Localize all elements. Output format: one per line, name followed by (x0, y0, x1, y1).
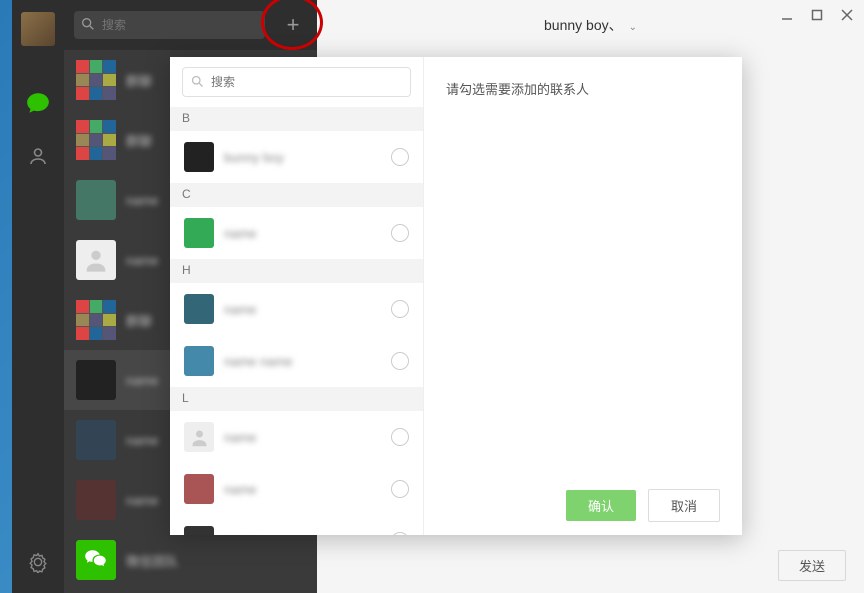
search-icon (80, 16, 96, 37)
letter-header: H (170, 259, 423, 283)
contact-item[interactable]: name (170, 411, 423, 463)
search-bar: + (64, 0, 317, 50)
letter-header: C (170, 183, 423, 207)
search-input[interactable] (74, 11, 265, 39)
chat-title[interactable]: bunny boy、⌄ (544, 15, 637, 35)
modal-selection-panel: 请勾选需要添加的联系人 确认 取消 (424, 57, 742, 535)
sidebar-nav (12, 0, 64, 593)
contact-name: bunny boy (224, 150, 381, 165)
contact-item[interactable]: name (170, 283, 423, 335)
chat-item-name: 群聊 (126, 71, 152, 90)
chat-list-item[interactable]: 微信团队 (64, 530, 317, 590)
contact-radio[interactable] (391, 300, 409, 318)
contacts-icon[interactable] (25, 144, 51, 170)
contact-item[interactable]: name (170, 515, 423, 535)
contact-radio[interactable] (391, 148, 409, 166)
search-icon (190, 74, 205, 94)
minimize-button[interactable] (780, 8, 794, 22)
close-button[interactable] (840, 8, 854, 22)
window-controls (780, 8, 854, 22)
user-avatar[interactable] (21, 12, 55, 46)
contact-name: name name (224, 354, 381, 369)
confirm-button[interactable]: 确认 (566, 490, 636, 521)
chat-icon[interactable] (25, 90, 51, 116)
contact-item[interactable]: bunny boy (170, 131, 423, 183)
modal-search-input[interactable] (182, 67, 411, 97)
add-contacts-modal: Bbunny boy Cname Hname name name Lname name na… (170, 57, 742, 535)
chat-item-name: 群聊 (126, 131, 152, 150)
titlebar: bunny boy、⌄ (317, 0, 864, 50)
add-button[interactable]: + (279, 11, 307, 39)
contact-name: name (224, 482, 381, 497)
contact-name: name (224, 534, 381, 536)
contact-radio[interactable] (391, 352, 409, 370)
chat-item-name: name (126, 193, 159, 208)
letter-header: B (170, 107, 423, 131)
contact-radio[interactable] (391, 428, 409, 446)
contact-radio[interactable] (391, 532, 409, 535)
chat-item-name: 群聊 (126, 311, 152, 330)
chat-item-name: name (126, 493, 159, 508)
contact-item[interactable]: name name (170, 335, 423, 387)
chat-item-name: name (126, 373, 159, 388)
maximize-button[interactable] (810, 8, 824, 22)
chat-item-name: name (126, 433, 159, 448)
contact-name: name (224, 226, 381, 241)
contact-item[interactable]: name (170, 207, 423, 259)
chat-item-name: name (126, 253, 159, 268)
contact-name: name (224, 302, 381, 317)
chat-item-name: 微信团队 (126, 551, 178, 570)
modal-hint-text: 请勾选需要添加的联系人 (424, 57, 742, 475)
send-button[interactable]: 发送 (778, 550, 846, 581)
modal-contact-list: Bbunny boy Cname Hname name name Lname name na… (170, 57, 424, 535)
settings-icon[interactable] (25, 549, 51, 575)
contact-item[interactable]: name (170, 463, 423, 515)
chevron-down-icon: ⌄ (629, 22, 637, 33)
contact-name: name (224, 430, 381, 445)
contact-radio[interactable] (391, 224, 409, 242)
contact-radio[interactable] (391, 480, 409, 498)
app-window: + 群聊群聊namename群聊namenamename微信团队 bunny b… (12, 0, 864, 593)
cancel-button[interactable]: 取消 (648, 489, 720, 522)
letter-header: L (170, 387, 423, 411)
